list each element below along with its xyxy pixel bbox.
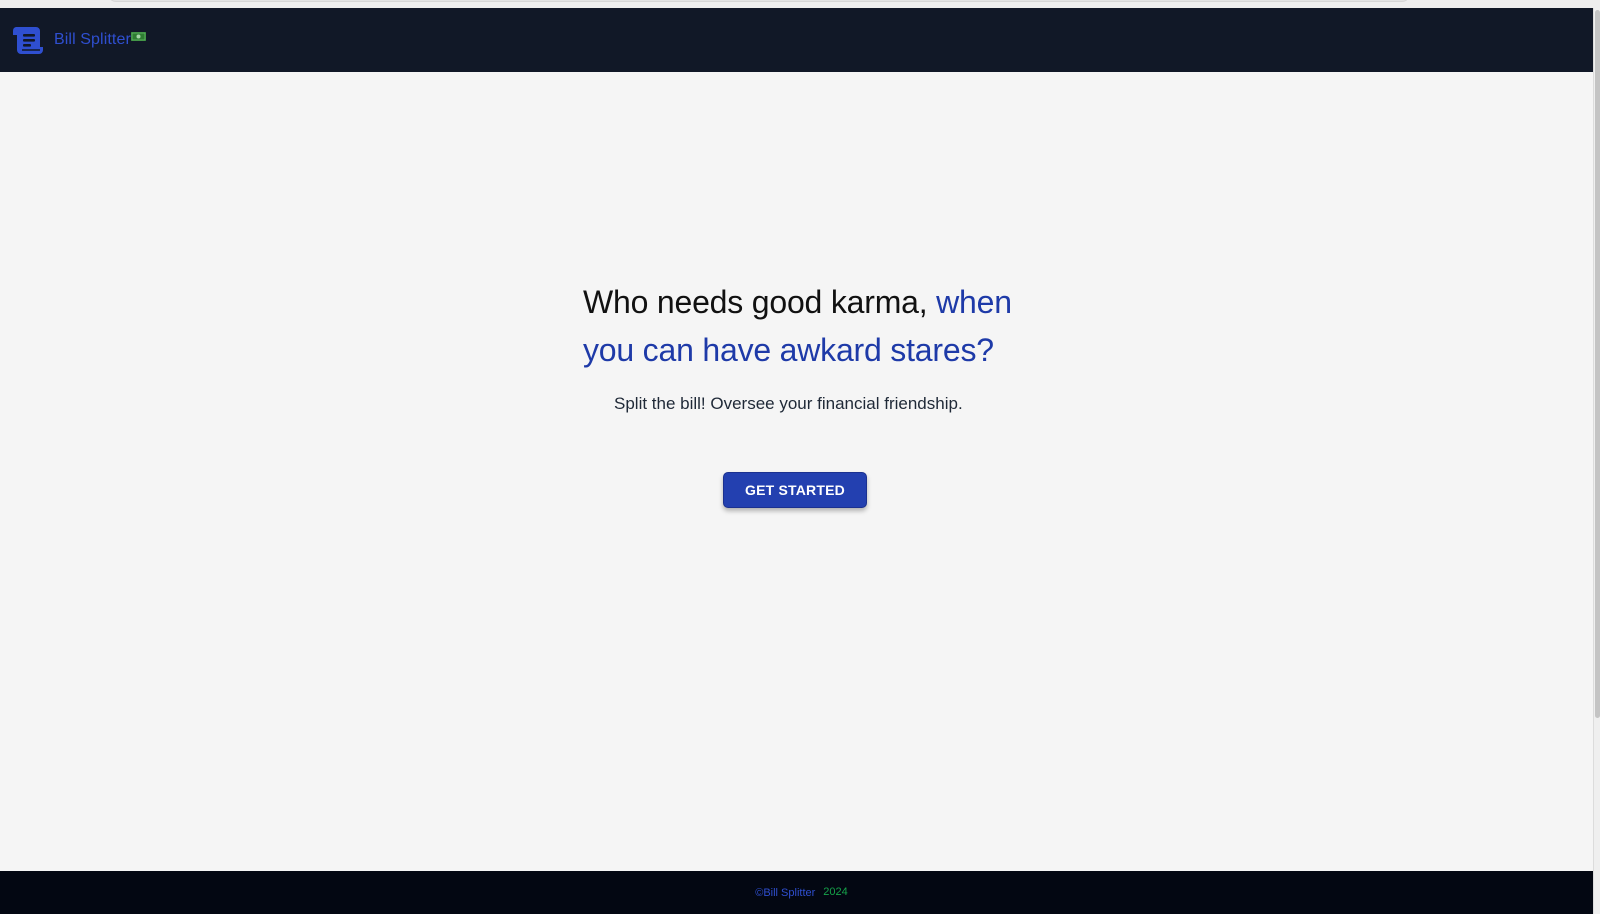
hero-headline: Who needs good karma, when you can have … <box>583 278 1023 374</box>
scrollbar-thumb[interactable] <box>1595 10 1600 718</box>
hero-section: Who needs good karma, when you can have … <box>583 278 1023 374</box>
navbar: Bill Splitter <box>0 8 1593 72</box>
hero-subtitle: Split the bill! Oversee your financial f… <box>614 394 963 413</box>
browser-top-strip <box>0 0 1600 8</box>
footer: ©Bill Splitter 2024 <box>0 871 1593 914</box>
footer-copyright: ©Bill Splitter <box>755 886 816 899</box>
headline-plain: Who needs good karma, <box>583 284 937 320</box>
scroll-icon <box>12 27 43 54</box>
dollar-bill-icon <box>130 31 146 41</box>
get-started-button[interactable]: GET STARTED <box>723 472 867 508</box>
browser-address-bar-edge <box>108 0 1410 2</box>
page-scrollbar[interactable] <box>1593 8 1600 914</box>
brand-name: Bill Splitter <box>54 31 131 48</box>
brand-link[interactable]: Bill Splitter <box>11 25 146 55</box>
footer-year: 2024 <box>823 885 848 898</box>
